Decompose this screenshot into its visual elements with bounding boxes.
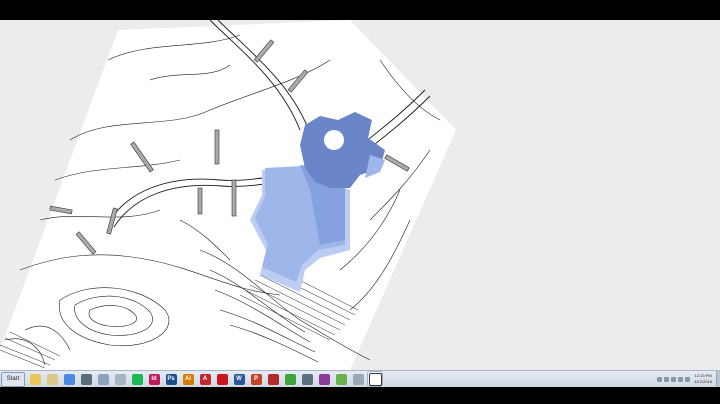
show-desktop-button[interactable] xyxy=(716,371,720,387)
indesign-icon: Id xyxy=(148,373,160,385)
system-tray: 12:23 PM 4/12/2016 xyxy=(655,371,720,387)
notes-icon xyxy=(46,373,58,385)
battery-icon[interactable] xyxy=(678,376,684,382)
spotify-icon xyxy=(131,373,143,385)
taskbar-app-spotify-icon[interactable] xyxy=(130,372,144,386)
acrobat-icon xyxy=(216,373,228,385)
taskbar-app-screen-recorder-icon[interactable] xyxy=(368,372,382,386)
taskbar-app-indesign-icon[interactable]: Id xyxy=(147,372,161,386)
site-paper xyxy=(0,20,456,370)
grasshopper-icon xyxy=(284,373,296,385)
courtyard-void xyxy=(324,130,344,150)
taskbar-app-evernote-icon[interactable] xyxy=(334,372,348,386)
photoshop-icon: Ps xyxy=(165,373,177,385)
flag-icon[interactable] xyxy=(664,376,670,382)
disk-icon xyxy=(114,373,126,385)
taskbar-app-grasshopper-icon[interactable] xyxy=(283,372,297,386)
volume-icon[interactable] xyxy=(685,376,691,382)
clock[interactable]: 12:23 PM 4/12/2016 xyxy=(694,373,712,385)
site-plan-drawing[interactable] xyxy=(0,20,720,370)
taskbar-app-word-icon[interactable]: W xyxy=(232,372,246,386)
taskbar-app-chrome-icon[interactable] xyxy=(62,372,76,386)
autocad-icon: A xyxy=(199,373,211,385)
taskbar: Start Id Ps Ai A W P 12:23 PM 4/12/2016 xyxy=(0,370,720,387)
start-button[interactable]: Start xyxy=(1,371,25,387)
taskbar-app-revit-icon[interactable] xyxy=(266,372,280,386)
clock-date: 4/12/2016 xyxy=(694,379,712,384)
powerpoint-icon: P xyxy=(250,373,262,385)
chrome-icon xyxy=(63,373,75,385)
evernote-icon xyxy=(335,373,347,385)
rhino-icon xyxy=(301,373,313,385)
taskbar-app-sketchup-icon[interactable] xyxy=(317,372,331,386)
revit-icon xyxy=(267,373,279,385)
cad-viewport[interactable] xyxy=(0,20,720,370)
word-icon: W xyxy=(233,373,245,385)
taskbar-app-files-icon[interactable] xyxy=(96,372,110,386)
screen-recorder-icon xyxy=(368,372,382,386)
taskbar-app-notes-icon[interactable] xyxy=(45,372,59,386)
taskbar-app-illustrator-icon[interactable]: Ai xyxy=(181,372,195,386)
taskbar-app-disk-icon[interactable] xyxy=(113,372,127,386)
letterbox-bottom xyxy=(0,387,720,404)
taskbar-app-photoshop-icon[interactable]: Ps xyxy=(164,372,178,386)
magnifier-icon xyxy=(352,373,364,385)
illustrator-icon: Ai xyxy=(182,373,194,385)
taskbar-app-magnifier-icon[interactable] xyxy=(351,372,365,386)
printer-icon xyxy=(80,373,92,385)
taskbar-app-powerpoint-icon[interactable]: P xyxy=(249,372,263,386)
taskbar-app-start-folder-icon[interactable] xyxy=(28,372,42,386)
taskbar-app-acrobat-icon[interactable] xyxy=(215,372,229,386)
sketchup-icon xyxy=(318,373,330,385)
start-folder-icon xyxy=(29,373,41,385)
network-icon[interactable] xyxy=(671,376,677,382)
taskbar-app-rhino-icon[interactable] xyxy=(300,372,314,386)
taskbar-app-autocad-icon[interactable]: A xyxy=(198,372,212,386)
files-icon xyxy=(97,373,109,385)
tray-arrow-icon[interactable] xyxy=(657,376,663,382)
taskbar-app-printer-icon[interactable] xyxy=(79,372,93,386)
